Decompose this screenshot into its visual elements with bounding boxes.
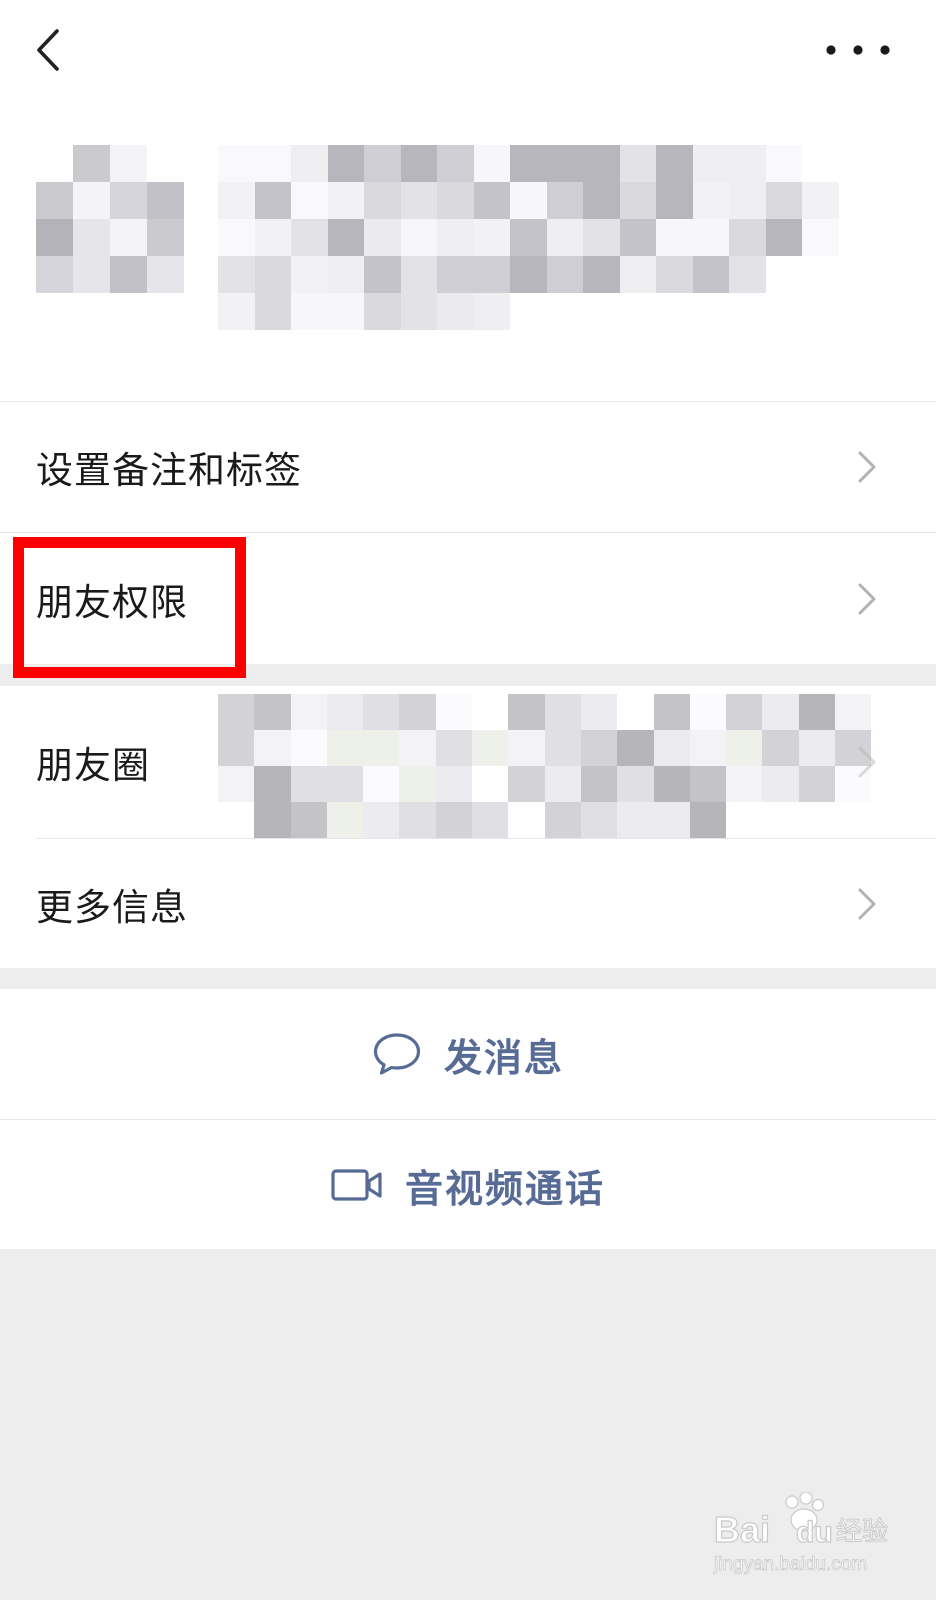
svg-text:Bai: Bai [714,1509,770,1550]
chevron-right-icon [858,583,876,614]
svg-text:经验: 经验 [836,1517,888,1547]
moments-row[interactable]: 朋友圈 [0,686,936,838]
avatar-pixelated-image [36,145,184,293]
navbar [0,0,936,105]
contact-profile-page: 设置备注和标签 朋友权限 朋友圈 更多信息 发消息 音视频通话 Bai du 经… [0,0,936,1600]
chevron-right-icon [858,746,876,778]
chevron-right-icon [858,451,876,483]
profile-header [0,105,936,402]
info-section: 朋友圈 更多信息 [0,686,936,968]
settings-section: 设置备注和标签 朋友权限 [0,402,936,664]
chevron-right-icon [858,888,876,919]
send-message-button[interactable]: 发消息 [0,989,936,1119]
more-info-label: 更多信息 [36,885,188,929]
chevron-left-icon [37,29,59,71]
av-call-button[interactable]: 音视频通话 [0,1120,936,1250]
friend-permissions-row[interactable]: 朋友权限 [0,533,936,664]
profile-info-redacted [218,145,839,330]
actions-section: 发消息 音视频通话 [0,989,936,1249]
avatar[interactable] [36,145,184,293]
back-button[interactable] [22,22,74,78]
friend-permissions-label: 朋友权限 [36,580,188,624]
more-dots-icon [826,45,890,55]
svg-text:du: du [796,1516,833,1549]
baidu-jingyan-watermark: Bai du 经验 jingyan.baidu.com [713,1492,889,1575]
chat-bubble-icon [372,1031,422,1077]
video-camera-icon [331,1168,383,1202]
remark-tags-row[interactable]: 设置备注和标签 [0,402,936,532]
send-message-label: 发消息 [443,1035,564,1080]
av-call-label: 音视频通话 [404,1166,605,1211]
watermark-url: jingyan.baidu.com [713,1554,867,1575]
moments-label: 朋友圈 [36,744,150,787]
more-options-button[interactable] [820,28,896,72]
moments-preview-redacted [218,694,908,838]
remark-tags-label: 设置备注和标签 [36,449,302,492]
more-info-row[interactable]: 更多信息 [0,839,936,968]
